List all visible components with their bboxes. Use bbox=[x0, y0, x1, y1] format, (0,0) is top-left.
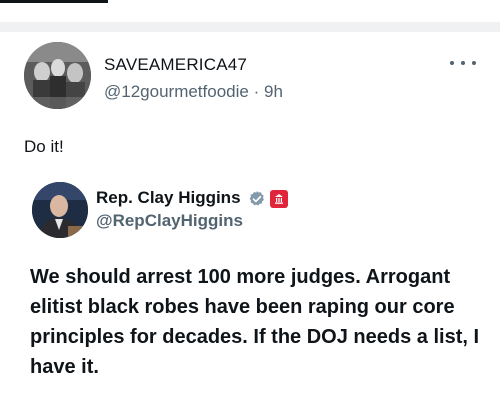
display-name[interactable]: SAVEAMERICA47 bbox=[104, 55, 247, 75]
quoted-handle[interactable]: @RepClayHiggins bbox=[96, 211, 243, 231]
post-text: Do it! bbox=[24, 137, 64, 156]
verified-badge-icon bbox=[248, 190, 266, 208]
quoted-post-text: We should arrest 100 more judges. Arroga… bbox=[30, 266, 480, 378]
more-horizontal-icon[interactable] bbox=[450, 58, 476, 68]
section-divider bbox=[0, 22, 500, 32]
meta-separator: · bbox=[253, 82, 260, 101]
quoted-avatar[interactable] bbox=[32, 182, 88, 238]
timestamp[interactable]: 9h bbox=[264, 82, 283, 101]
handle-line: @12gourmetfoodie · 9h bbox=[104, 82, 283, 102]
tab-indicator bbox=[0, 0, 108, 3]
government-badge-icon bbox=[270, 190, 288, 208]
avatar[interactable] bbox=[24, 42, 91, 109]
handle[interactable]: @12gourmetfoodie bbox=[104, 82, 249, 101]
quoted-display-name[interactable]: Rep. Clay Higgins bbox=[96, 188, 241, 208]
